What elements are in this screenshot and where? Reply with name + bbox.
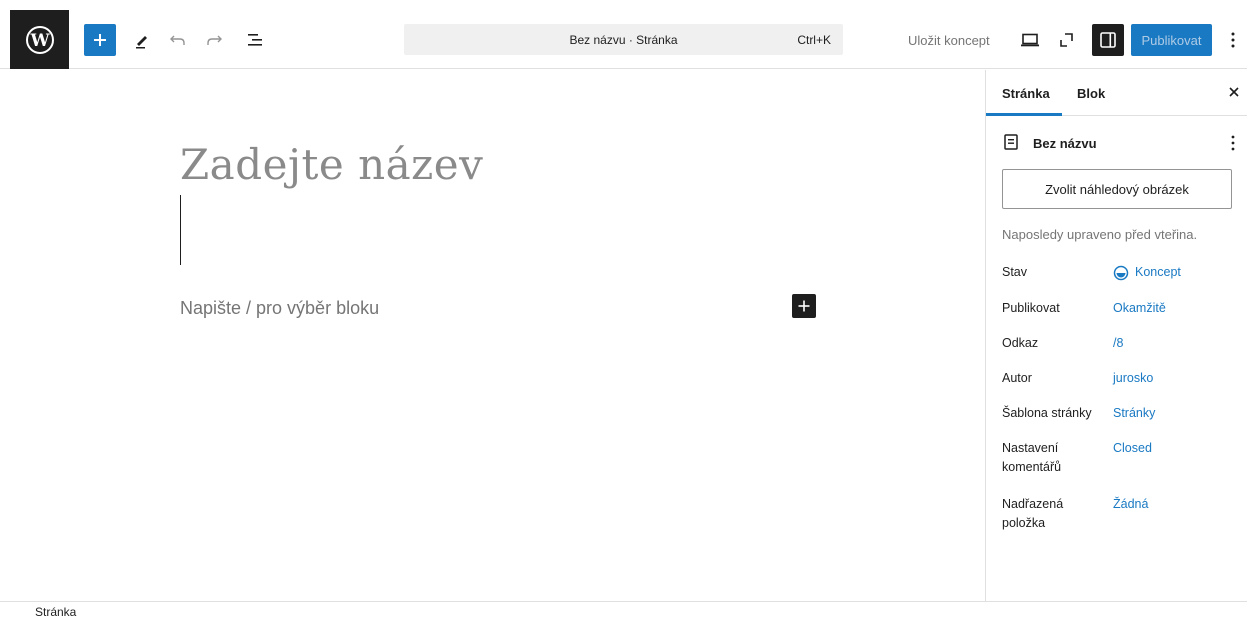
active-tab-indicator — [986, 113, 1062, 116]
author-label: Autor — [1002, 371, 1032, 385]
comments-value[interactable]: Closed — [1113, 439, 1152, 458]
tab-page[interactable]: Stránka — [1002, 86, 1050, 101]
template-label: Šablona stránky — [1002, 406, 1092, 420]
document-overview-icon — [248, 34, 262, 46]
settings-sidebar-toggle[interactable] — [1092, 24, 1124, 56]
post-title-input[interactable]: Zadejte název — [180, 140, 483, 189]
link-label: Odkaz — [1002, 336, 1039, 350]
parent-value[interactable]: Žádná — [1113, 495, 1148, 514]
template-value[interactable]: Stránky — [1113, 404, 1155, 423]
save-draft-button[interactable]: Uložit koncept — [908, 33, 990, 48]
status-label: Stav — [1002, 265, 1028, 279]
editor-footer: Stránka — [0, 601, 1247, 619]
comments-label: Nastavení komentářů — [1002, 441, 1062, 474]
publish-label: Publikovat — [1002, 301, 1060, 315]
undo-button[interactable] — [162, 24, 194, 56]
parent-label: Nadřazená položka — [1002, 497, 1064, 530]
plus-icon — [94, 34, 106, 46]
settings-sidebar: Stránka Blok Bez názvu Zvolit náhledový … — [985, 70, 1247, 601]
document-overview-button[interactable] — [240, 24, 272, 56]
inline-add-block-button[interactable] — [792, 294, 816, 318]
text-caret — [180, 195, 181, 265]
close-icon — [1229, 87, 1239, 97]
close-sidebar-button[interactable] — [1224, 82, 1244, 102]
document-title-label: Bez názvu · Stránka — [569, 33, 678, 47]
page-icon — [1004, 134, 1018, 150]
view-page-button[interactable] — [1050, 24, 1082, 56]
desktop-preview-icon — [1021, 33, 1039, 47]
draft-status-icon — [1113, 265, 1129, 280]
sidebar-toggle-icon — [1100, 32, 1116, 48]
redo-icon — [207, 35, 222, 45]
editor-toolbar: W Bez názvu · Stránka Ctrl+K Uložit konc… — [0, 0, 1247, 69]
undo-icon — [170, 35, 185, 45]
preview-button[interactable] — [1014, 24, 1046, 56]
shortcut-hint: Ctrl+K — [797, 33, 831, 47]
add-block-button[interactable] — [84, 24, 116, 56]
options-menu-button[interactable] — [1222, 24, 1244, 56]
set-featured-image-button[interactable]: Zvolit náhledový obrázek — [1002, 169, 1232, 209]
link-value[interactable]: /8 — [1113, 334, 1123, 353]
tab-block[interactable]: Blok — [1077, 86, 1105, 101]
block-editor: W Bez názvu · Stránka Ctrl+K Uložit konc… — [0, 0, 1247, 619]
publish-date-value[interactable]: Okamžitě — [1113, 299, 1166, 318]
editor-canvas[interactable]: Zadejte název Napište / pro výběr bloku — [0, 70, 985, 601]
tools-button[interactable] — [126, 24, 158, 56]
pen-tool-icon — [136, 36, 147, 49]
more-vertical-icon[interactable] — [1227, 133, 1239, 153]
default-block-placeholder[interactable]: Napište / pro výběr bloku — [180, 298, 379, 319]
status-value[interactable]: Koncept — [1113, 263, 1181, 282]
plus-icon — [798, 300, 810, 312]
author-value[interactable]: jurosko — [1113, 369, 1153, 388]
more-vertical-icon — [1231, 32, 1235, 48]
publish-button[interactable]: Publikovat — [1131, 24, 1212, 56]
status-value-text: Koncept — [1135, 265, 1181, 279]
document-title: Bez názvu — [1033, 136, 1097, 151]
breadcrumb[interactable]: Stránka — [35, 605, 76, 619]
redo-button[interactable] — [198, 24, 230, 56]
svg-text:W: W — [29, 31, 50, 51]
sidebar-tabs: Stránka Blok — [986, 70, 1247, 116]
document-summary-header: Bez názvu — [1002, 133, 1242, 153]
external-view-icon — [1060, 33, 1073, 47]
command-palette-bar[interactable]: Bez názvu · Stránka Ctrl+K — [404, 24, 843, 55]
last-edited-text: Naposledy upraveno před vteřina. — [1002, 227, 1198, 242]
wordpress-logo-icon[interactable]: W — [10, 10, 69, 69]
